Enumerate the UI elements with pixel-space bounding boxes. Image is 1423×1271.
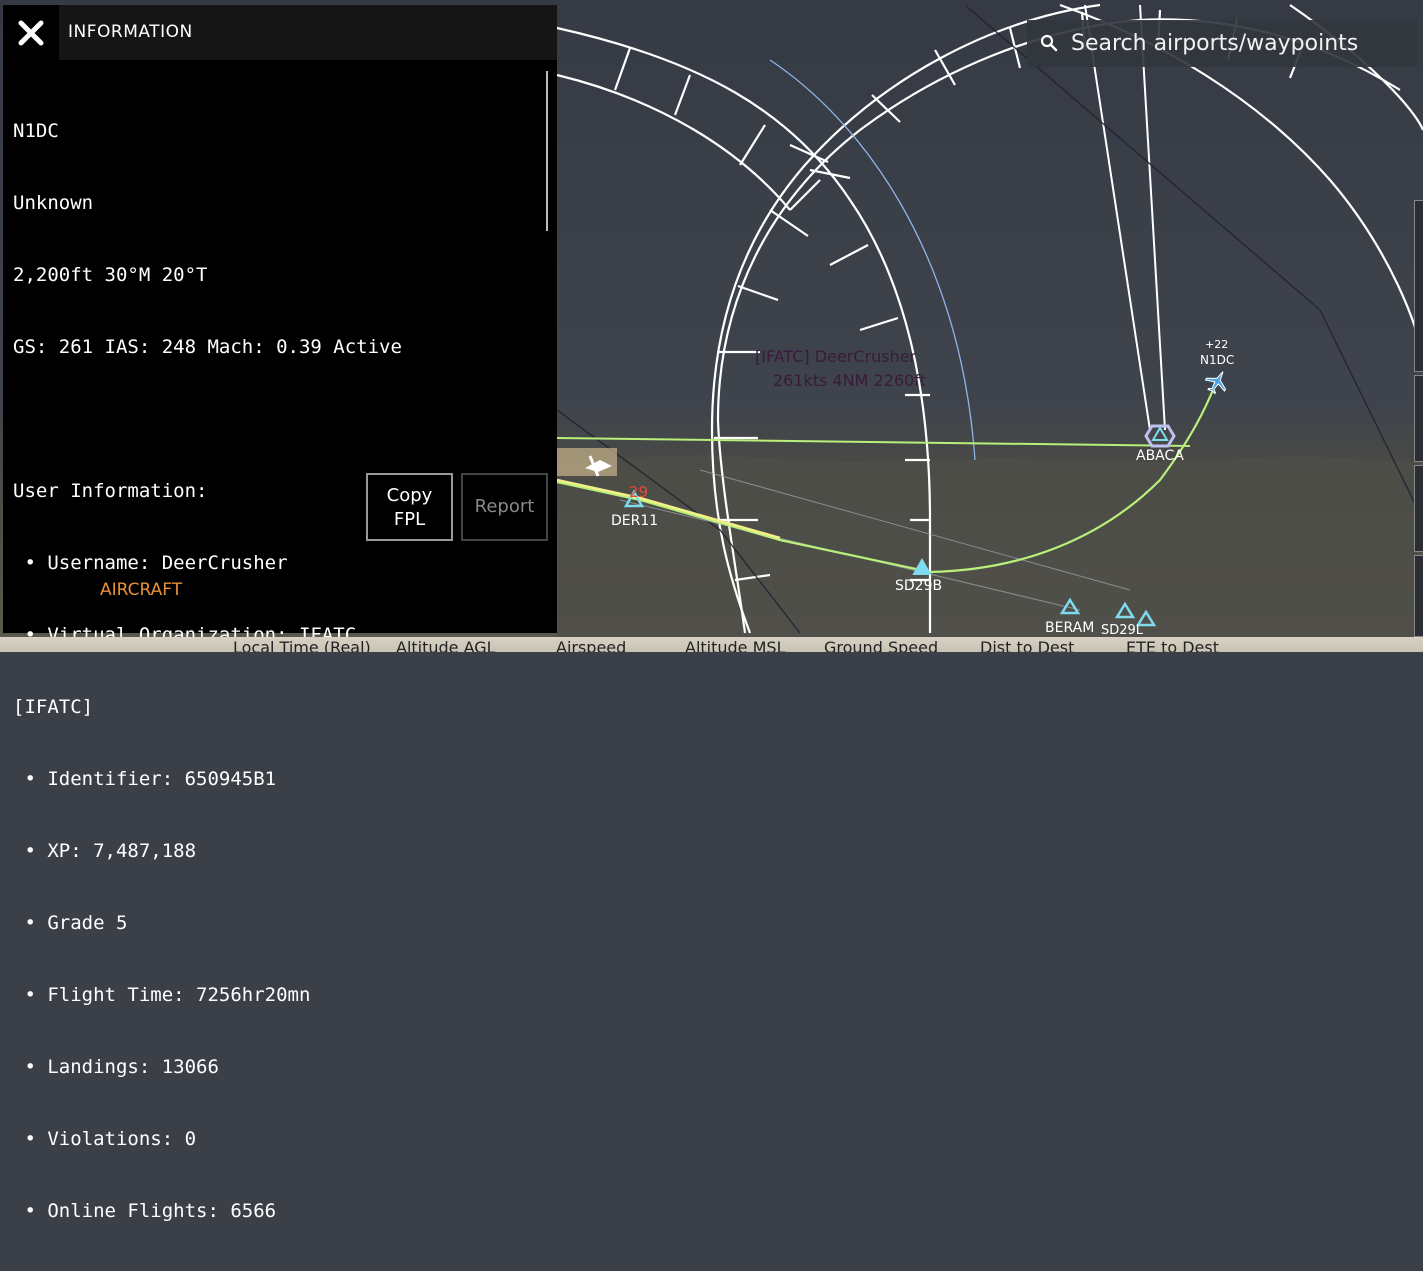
tab-aircraft[interactable]: AIRCRAFT — [100, 580, 182, 600]
bottom-bar-item: Altitude MSL — [685, 638, 786, 652]
bottom-bar-item: ETE to Dest — [1126, 638, 1219, 652]
aircraft-info-text: N1DC Unknown 2,200ft 30°M 20°T GS: 261 I… — [13, 71, 538, 1271]
info-line: 2,200ft 30°M 20°T — [13, 264, 208, 286]
bottom-bar-item: Altitude AGL — [396, 638, 496, 652]
close-icon — [18, 20, 44, 46]
info-line: [IFATC] — [13, 696, 94, 718]
waypoint-label-sd29l: SD29L — [1101, 623, 1144, 638]
bottom-bar-item: Airspeed — [556, 638, 627, 652]
bottom-bar-item: Local Time (Real) — [233, 638, 371, 652]
waypoint-label-sd29b: SD29B — [895, 578, 942, 594]
runway-number-label: 29 — [629, 483, 648, 501]
panel-title: INFORMATION — [68, 22, 193, 42]
copy-fpl-label-line2: FPL — [393, 509, 426, 530]
search-bar[interactable] — [1027, 20, 1417, 67]
map-side-control[interactable] — [1414, 555, 1423, 637]
info-line: User Information: — [13, 480, 208, 502]
bottom-bar-item: Dist to Dest — [980, 638, 1075, 652]
close-button[interactable] — [3, 5, 59, 60]
bottom-bar-item: Ground Speed — [824, 638, 939, 652]
info-line: • Online Flights: 6566 — [13, 1200, 277, 1222]
info-line — [13, 407, 538, 431]
waypoint-label-beram: BERAM — [1045, 620, 1094, 636]
report-button[interactable]: Report — [461, 473, 548, 541]
information-panel: INFORMATION N1DC Unknown 2,200ft 30°M 20… — [3, 5, 557, 1222]
map-side-control[interactable] — [1414, 375, 1423, 462]
scrollbar[interactable] — [546, 71, 548, 231]
info-line: Unknown — [13, 192, 94, 214]
info-line: • XP: 7,487,188 — [13, 840, 197, 862]
map-side-control[interactable] — [1414, 200, 1423, 372]
bottom-status-bar: Local Time (Real) Altitude AGL Airspeed … — [0, 637, 1423, 652]
info-line: • Flight Time: 7256hr20mn — [13, 984, 311, 1006]
info-line: • Violations: 0 — [13, 1128, 197, 1150]
atc-flight-info-label: 261kts 4NM 2260ft — [773, 371, 926, 390]
info-line: • Username: DeerCrusher — [13, 552, 288, 574]
info-line: • Landings: 13066 — [13, 1056, 219, 1078]
waypoint-label-abaca: ABACA — [1136, 448, 1184, 464]
panel-header: INFORMATION — [3, 5, 557, 60]
info-line: N1DC — [13, 120, 59, 142]
info-line: GS: 261 IAS: 248 Mach: 0.39 Active — [13, 336, 402, 358]
copy-fpl-label-line1: Copy — [386, 485, 433, 506]
search-icon — [1040, 34, 1058, 52]
info-line: • Identifier: 650945B1 — [13, 768, 277, 790]
atc-callsign-label: [IFATC] DeerCrusher — [755, 347, 917, 366]
info-line: • Grade 5 — [13, 912, 128, 934]
aircraft-altitude-delta: +22 — [1205, 338, 1228, 351]
copy-fpl-button[interactable]: Copy FPL — [366, 473, 453, 541]
search-input[interactable] — [1071, 26, 1401, 60]
map-side-control[interactable] — [1414, 465, 1423, 552]
airport-icon[interactable] — [557, 448, 617, 477]
aircraft-callsign-label: N1DC — [1200, 353, 1234, 367]
waypoint-label-der11: DER11 — [611, 513, 658, 529]
